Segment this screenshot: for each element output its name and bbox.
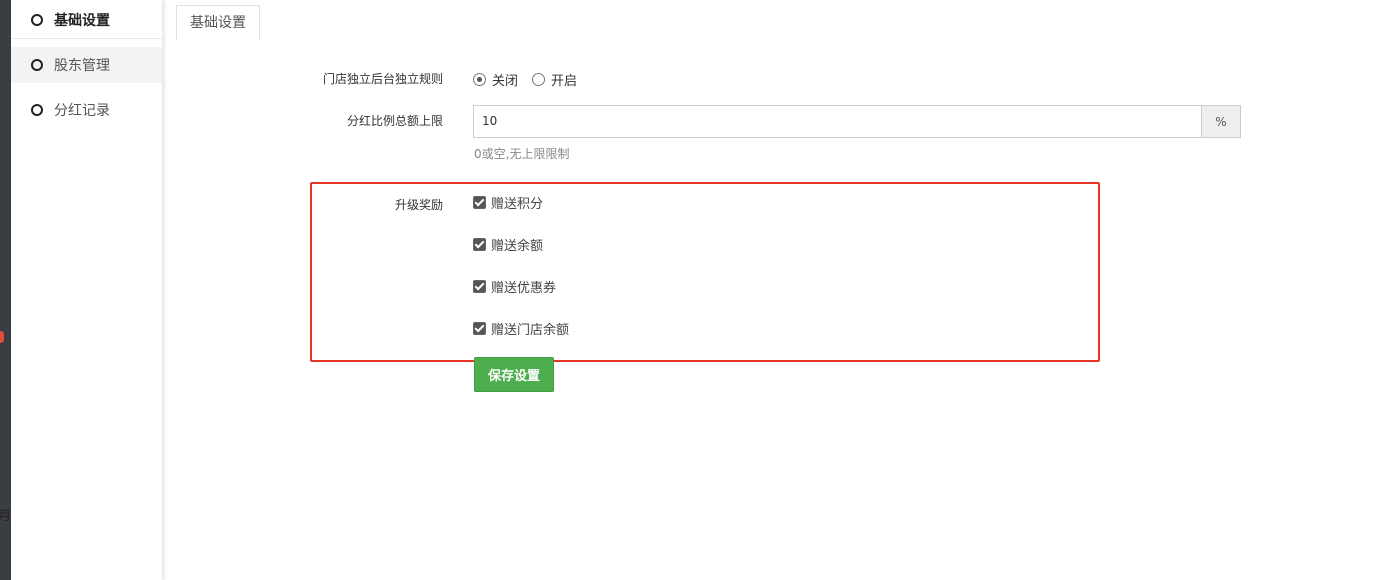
dividend-limit-input[interactable]: 10 <box>473 105 1201 138</box>
reward-points-option[interactable]: 赠送积分 <box>473 193 543 212</box>
tab-basic-settings[interactable]: 基础设置 <box>176 5 260 41</box>
page: 月 基础设置 股东管理 分红记录 基础设置 门店独立后台独立规则 关闭 开启 分… <box>0 0 1389 580</box>
sidebar-item-label: 股东管理 <box>54 58 110 74</box>
save-settings-button[interactable]: 保存设置 <box>474 357 554 392</box>
checkbox-checked-icon[interactable] <box>473 238 486 251</box>
percent-addon: % <box>1201 105 1241 138</box>
tab-bar: 基础设置 <box>176 5 260 41</box>
reward-balance-option[interactable]: 赠送余额 <box>473 235 543 254</box>
outer-app-strip <box>0 0 11 580</box>
sidebar-item-shareholders[interactable]: 股东管理 <box>11 47 162 83</box>
checkbox-checked-icon[interactable] <box>473 322 486 335</box>
circle-icon <box>31 59 43 71</box>
independent-rule-label: 门店独立后台独立规则 <box>322 72 443 86</box>
circle-icon <box>31 14 43 26</box>
sidebar-item-dividend-records[interactable]: 分红记录 <box>11 92 162 128</box>
notification-dot <box>0 331 4 343</box>
reward-coupon-label: 赠送优惠券 <box>491 281 557 296</box>
dividend-limit-help: 0或空,无上限限制 <box>474 147 570 161</box>
sidebar-item-label: 分红记录 <box>54 103 110 119</box>
dividend-limit-input-group: 10 % <box>473 105 1241 138</box>
reward-store-balance-label: 赠送门店余额 <box>491 323 570 338</box>
radio-on[interactable] <box>532 73 546 86</box>
reward-store-balance-option[interactable]: 赠送门店余额 <box>473 319 569 338</box>
dividend-limit-label: 分红比例总额上限 <box>346 114 443 128</box>
reward-points-label: 赠送积分 <box>491 197 544 212</box>
circle-icon <box>31 104 43 116</box>
sidebar: 基础设置 股东管理 分红记录 <box>11 0 162 580</box>
reward-balance-label: 赠送余额 <box>491 239 544 254</box>
radio-on-label: 开启 <box>551 74 578 89</box>
reward-coupon-option[interactable]: 赠送优惠券 <box>473 277 556 296</box>
sidebar-item-label: 基础设置 <box>54 13 110 29</box>
checkbox-checked-icon[interactable] <box>473 196 486 209</box>
sidebar-item-basic-settings[interactable]: 基础设置 <box>11 2 162 39</box>
independent-rule-radio-group: 关闭 开启 <box>473 70 591 89</box>
upgrade-reward-label: 升级奖励 <box>394 198 443 212</box>
outer-cut-text: 月 <box>0 509 12 524</box>
radio-off[interactable] <box>473 73 486 86</box>
radio-off-label: 关闭 <box>492 74 519 89</box>
checkbox-checked-icon[interactable] <box>473 280 486 293</box>
